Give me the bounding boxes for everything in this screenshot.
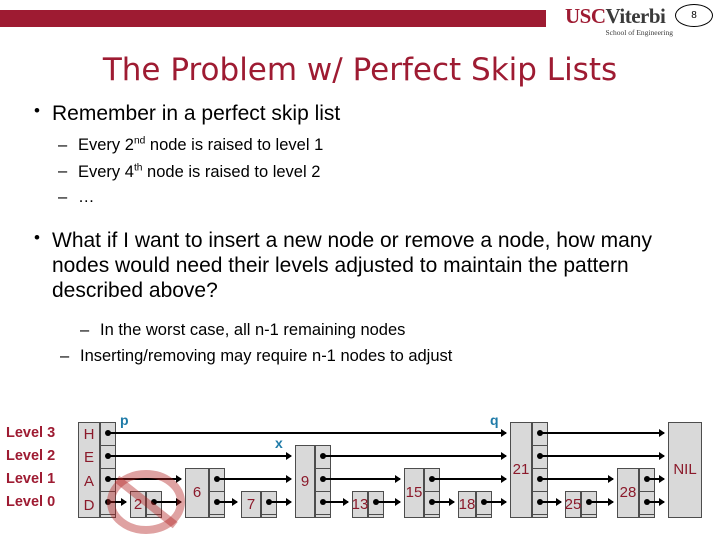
skip-list-node-9: 9: [295, 444, 315, 518]
bullet-item-2: • What if I want to insert a new node or…: [0, 228, 720, 303]
pointer-arrow-level-0: [432, 498, 455, 506]
pointer-arrow-level-1: [323, 475, 401, 483]
pointer-arrow-level-0: [589, 498, 614, 506]
node-value-13: 13: [351, 495, 369, 513]
sub-text-post: node is raised to level 2: [142, 162, 321, 181]
skip-list-node-28: 28: [617, 467, 639, 518]
skip-list-node-7: 7: [241, 490, 261, 518]
pointer-arrow-level-0: [269, 498, 292, 506]
pointer-arrow-level-0: [540, 498, 562, 506]
node-value-9: 9: [300, 472, 310, 490]
pointer-label-p: p: [120, 412, 129, 428]
sub-text-post: node is raised to level 1: [145, 136, 324, 155]
skip-list-node-25: 25: [564, 490, 582, 518]
skip-list-node-13: 13: [351, 490, 369, 518]
sub-bullet-item: – …: [0, 188, 720, 208]
skip-list-node-6: 6: [185, 467, 209, 518]
sub-bullet-marker: –: [58, 162, 68, 181]
node-value-6: 6: [192, 484, 202, 502]
level-label-level-1: Level 1: [6, 471, 56, 487]
node-value-28: 28: [619, 484, 637, 502]
pointer-arrow-level-1: [540, 475, 614, 483]
no-entry-icon: [106, 469, 186, 535]
pointer-arrow-level-3: [540, 429, 665, 437]
sub-bullet-text: Inserting/removing may require n-1 nodes…: [80, 347, 453, 366]
usc-viterbi-logo: USCViterbi School of Engineering: [565, 6, 675, 37]
pointer-arrow-level-0: [484, 498, 507, 506]
sub-bullet-marker: –: [60, 347, 70, 366]
sub-bullet-item: – Every 2nd node is raised to level 1: [0, 136, 720, 156]
pointer-arrow-level-2: [323, 452, 507, 460]
logo-wordmark: USCViterbi: [565, 6, 675, 27]
head-node: HEAD: [78, 421, 100, 518]
pointer-arrow-level-0: [647, 498, 665, 506]
pointer-arrow-level-3: [108, 429, 507, 437]
page-title: The Problem w/ Perfect Skip Lists: [102, 52, 618, 88]
bullet-item-1: • Remember in a perfect skip list: [0, 101, 720, 127]
slide-content: • Remember in a perfect skip list – Ever…: [0, 100, 720, 367]
pointer-label-x: x: [275, 435, 283, 451]
sub-bullet-marker: –: [80, 321, 90, 340]
skip-list-diagram: Level 3 Level 2 Level 1 Level 0 H E A D 2 6 7 9 13 15…: [0, 412, 720, 540]
skip-list-node-18: 18: [458, 490, 476, 518]
pointer-arrow-level-0: [217, 498, 238, 506]
node-value-21: 21: [512, 461, 530, 479]
sub-bullet-marker: –: [58, 188, 68, 207]
slide-number-badge: 8: [675, 4, 713, 27]
pointer-label-q: q: [490, 412, 499, 428]
head-node-label: HEAD: [83, 425, 95, 514]
slide-header: USCViterbi School of Engineering 8: [0, 0, 720, 48]
sub-bullet-text: Every 2nd node is raised to level 1: [78, 135, 324, 155]
node-value-7: 7: [246, 495, 256, 513]
bullet-text-2: What if I want to insert a new node or r…: [52, 229, 652, 302]
pointer-arrow-level-1: [432, 475, 507, 483]
nil-node: NIL: [668, 421, 702, 518]
logo-viterbi-text: Viterbi: [605, 4, 666, 28]
node-value-18: 18: [458, 495, 476, 513]
level-label-level-2: Level 2: [6, 448, 56, 464]
header-accent-bar: [0, 10, 546, 27]
pointer-arrow-level-0: [323, 498, 349, 506]
logo-school-text: School of Engineering: [605, 28, 674, 37]
bullet-marker: •: [34, 228, 40, 248]
logo-usc-text: USC: [565, 4, 606, 28]
skip-list-node-21: 21: [510, 421, 532, 518]
sub-text-superscript: nd: [133, 135, 146, 147]
level-label-level-0: Level 0: [6, 494, 56, 510]
skip-list-node-15: 15: [404, 467, 424, 518]
sub-bullet-text: …: [78, 188, 95, 207]
sub-text-pre: Every 4: [78, 162, 134, 181]
pointer-arrow-level-1: [647, 475, 665, 483]
pointer-arrow-level-0: [376, 498, 401, 506]
sub-bullet-text: Every 4th node is raised to level 2: [78, 162, 321, 181]
sub-text-pre: Every 2: [78, 136, 134, 155]
level-label-level-3: Level 3: [6, 425, 56, 441]
pointer-arrow-level-1: [217, 475, 292, 483]
node-value-25: 25: [564, 495, 582, 513]
sub-bullet-item: – In the worst case, all n-1 remaining n…: [0, 321, 720, 341]
sub-bullet-text: In the worst case, all n-1 remaining nod…: [100, 321, 406, 340]
bullet-marker: •: [34, 101, 40, 120]
sub-bullet-item: – Every 4th node is raised to level 2: [0, 162, 720, 182]
node-value-15: 15: [405, 484, 423, 502]
sub-bullet-marker: –: [58, 135, 68, 154]
sub-bullet-item: – Inserting/removing may require n-1 nod…: [0, 347, 720, 367]
bullet-text-1: Remember in a perfect skip list: [52, 102, 341, 125]
pointer-arrow-level-2: [540, 452, 665, 460]
pointer-arrow-level-2: [108, 452, 292, 460]
